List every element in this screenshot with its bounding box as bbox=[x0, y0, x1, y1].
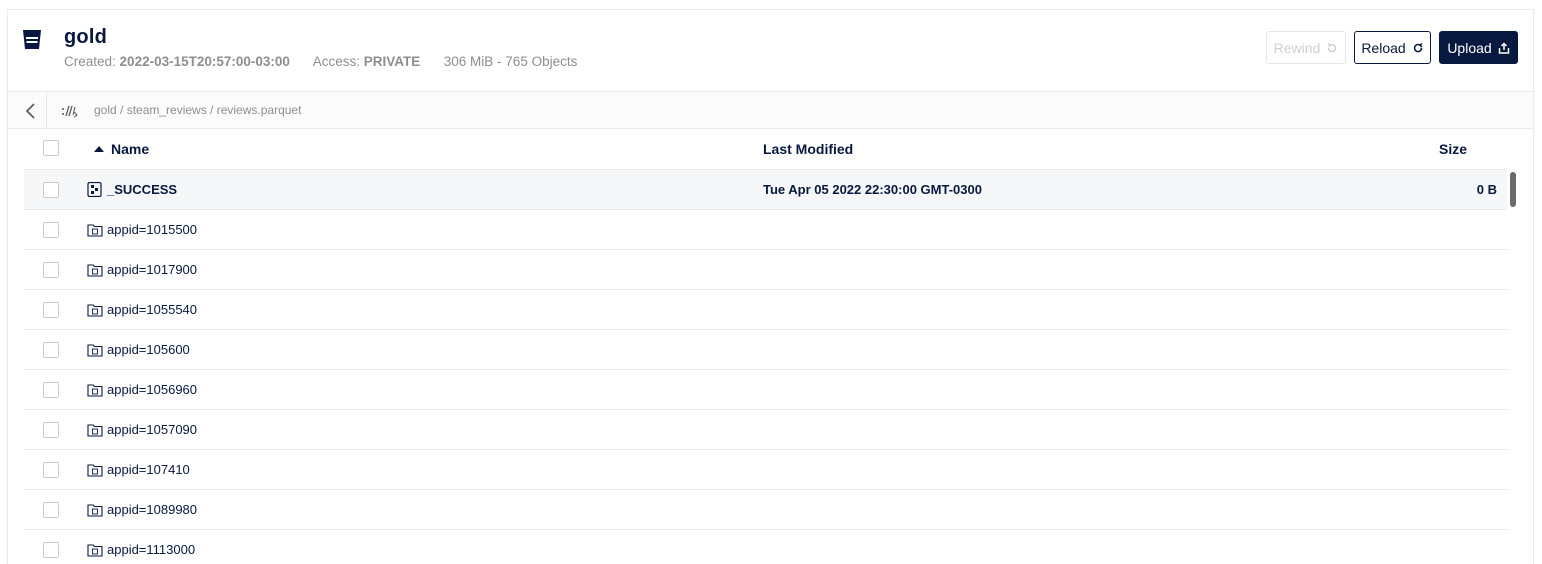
bucket-icon bbox=[23, 30, 41, 49]
row-name: appid=105600 bbox=[107, 342, 190, 357]
rewind-button[interactable]: Rewind bbox=[1266, 31, 1346, 64]
row-checkbox[interactable] bbox=[43, 502, 59, 518]
upload-icon bbox=[1498, 41, 1509, 54]
table-row[interactable]: appid=107410 bbox=[24, 449, 1507, 489]
created-label: Created: bbox=[64, 54, 116, 69]
table-row[interactable]: appid=1017900 bbox=[24, 249, 1507, 289]
table-row[interactable]: appid=1057090 bbox=[24, 409, 1507, 449]
access-label: Access: bbox=[312, 54, 360, 69]
column-name[interactable]: Name bbox=[111, 141, 149, 157]
folder-icon bbox=[87, 464, 103, 477]
scrollbar-thumb[interactable] bbox=[1510, 172, 1516, 207]
bucket-title: gold bbox=[64, 26, 108, 48]
row-checkbox[interactable] bbox=[43, 542, 59, 558]
sort-ascending-icon bbox=[94, 146, 104, 152]
table-row[interactable]: appid=1055540 bbox=[24, 289, 1507, 329]
folder-icon bbox=[87, 224, 103, 237]
reload-button[interactable]: Reload bbox=[1354, 31, 1431, 64]
divider bbox=[46, 92, 47, 129]
folder-icon bbox=[87, 544, 103, 557]
row-name: _SUCCESS bbox=[107, 182, 178, 197]
folder-icon bbox=[87, 384, 103, 397]
row-name: appid=1089980 bbox=[107, 502, 198, 517]
folder-icon bbox=[87, 344, 103, 357]
upload-label: Upload bbox=[1447, 39, 1492, 56]
file-icon bbox=[87, 182, 102, 197]
row-checkbox[interactable] bbox=[43, 422, 59, 438]
row-checkbox[interactable] bbox=[43, 222, 59, 238]
row-checkbox[interactable] bbox=[43, 262, 59, 278]
bucket-usage: 306 MiB - 765 Objects bbox=[443, 54, 578, 69]
created-value: 2022-03-15T20:57:00-03:00 bbox=[119, 54, 290, 69]
row-name: appid=1015500 bbox=[107, 222, 198, 237]
table-row[interactable]: appid=1113000 bbox=[24, 529, 1507, 564]
folder-icon bbox=[87, 424, 103, 437]
folder-icon bbox=[87, 264, 103, 277]
row-modified: Tue Apr 05 2022 22:30:00 GMT-0300 bbox=[763, 182, 982, 197]
column-last-modified[interactable]: Last Modified bbox=[763, 141, 853, 157]
folder-icon bbox=[87, 504, 103, 517]
row-size: 0 B bbox=[1476, 182, 1497, 197]
table-header: Name Last Modified Size bbox=[24, 129, 1507, 169]
row-name: appid=1057090 bbox=[107, 422, 198, 437]
row-name: appid=1055540 bbox=[107, 302, 198, 317]
bucket-meta: Created: 2022-03-15T20:57:00-03:00 Acces… bbox=[64, 54, 577, 69]
table-row[interactable]: appid=1056960 bbox=[24, 369, 1507, 409]
reload-label: Reload bbox=[1361, 39, 1406, 56]
row-checkbox[interactable] bbox=[43, 342, 59, 358]
path-icon bbox=[62, 105, 78, 118]
row-name: appid=1056960 bbox=[107, 382, 198, 397]
row-name: appid=1017900 bbox=[107, 262, 198, 277]
access-value: PRIVATE bbox=[363, 54, 421, 69]
row-checkbox[interactable] bbox=[43, 302, 59, 318]
object-list: _SUCCESS Tue Apr 05 2022 22:30:00 GMT-03… bbox=[24, 169, 1507, 564]
table-row[interactable]: appid=105600 bbox=[24, 329, 1507, 369]
reload-icon bbox=[1413, 42, 1423, 52]
rewind-icon bbox=[1328, 42, 1337, 52]
table-row[interactable]: appid=1015500 bbox=[24, 209, 1507, 249]
table-row[interactable]: appid=1089980 bbox=[24, 489, 1507, 529]
row-name: appid=107410 bbox=[107, 462, 190, 477]
back-arrow-icon[interactable] bbox=[24, 102, 38, 120]
select-all-checkbox[interactable] bbox=[43, 140, 59, 156]
breadcrumb[interactable]: gold / steam_reviews / reviews.parquet bbox=[94, 103, 301, 117]
upload-button[interactable]: Upload bbox=[1439, 31, 1518, 64]
row-checkbox[interactable] bbox=[43, 182, 59, 198]
row-name: appid=1113000 bbox=[107, 542, 196, 557]
row-checkbox[interactable] bbox=[43, 382, 59, 398]
column-size[interactable]: Size bbox=[1439, 141, 1467, 157]
breadcrumb-bar: gold / steam_reviews / reviews.parquet bbox=[8, 91, 1533, 129]
folder-icon bbox=[87, 304, 103, 317]
rewind-label: Rewind bbox=[1273, 39, 1321, 56]
row-checkbox[interactable] bbox=[43, 462, 59, 478]
table-row[interactable]: _SUCCESS Tue Apr 05 2022 22:30:00 GMT-03… bbox=[24, 169, 1507, 209]
